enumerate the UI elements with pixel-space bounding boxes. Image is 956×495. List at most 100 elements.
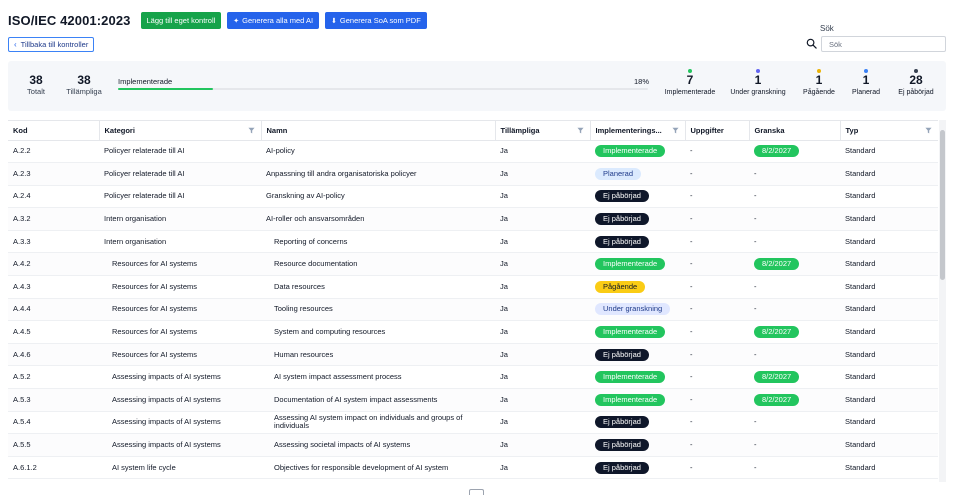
cell-status: Ej påbörjad bbox=[590, 433, 685, 457]
search-input[interactable] bbox=[821, 36, 946, 52]
status-badge[interactable]: Planerad bbox=[595, 167, 642, 180]
table-row[interactable]: A.4.6 Resources for AI systems Human resou… bbox=[8, 343, 938, 367]
status-badge[interactable]: Ej påbörjad bbox=[595, 213, 649, 226]
cell-kategori: AI system life cycle bbox=[99, 456, 261, 480]
cell-namn: Objectives for responsible development o… bbox=[261, 456, 495, 480]
cell-kategori: Assessing impacts of AI systems bbox=[99, 433, 261, 457]
cell-kategori: Resources for AI systems bbox=[99, 275, 261, 299]
column-header-kategori[interactable]: Kategori bbox=[99, 121, 262, 141]
cell-granska: 8/2/2027 bbox=[749, 365, 840, 390]
cell-typ: Standard bbox=[840, 433, 938, 457]
table-row[interactable]: A.6.1.2 AI system life cycle Objectives fo… bbox=[8, 456, 938, 480]
cell-typ: Standard bbox=[840, 365, 938, 390]
table-row[interactable]: A.3.3 Intern organisation Reporting of con… bbox=[8, 230, 938, 254]
column-header-uppgifter[interactable]: Uppgifter bbox=[685, 121, 750, 141]
cell-granska: - bbox=[749, 275, 840, 299]
stat-implemented-label: Implementerade bbox=[664, 89, 716, 96]
column-header-status-label: Implementerings... bbox=[595, 125, 662, 135]
cell-namn: Granskning av AI-policy bbox=[261, 185, 495, 209]
status-badge[interactable]: Implementerade bbox=[595, 371, 666, 384]
status-badge[interactable]: Implementerade bbox=[595, 393, 666, 406]
table-row[interactable]: A.2.4 Policyer relaterade till AI Granskni… bbox=[8, 185, 938, 209]
status-badge[interactable]: Ej påbörjad bbox=[595, 348, 649, 361]
status-badge[interactable]: Under granskning bbox=[595, 303, 671, 316]
filter-icon[interactable] bbox=[671, 127, 679, 134]
review-date-empty: - bbox=[754, 214, 757, 224]
status-badge[interactable]: Ej påbörjad bbox=[595, 416, 649, 429]
column-header-status[interactable]: Implementerings... bbox=[590, 121, 686, 141]
cell-status: Implementerade bbox=[590, 388, 685, 412]
cell-kod: A.5.2 bbox=[8, 365, 99, 390]
filter-icon[interactable] bbox=[924, 127, 932, 134]
cell-granska: - bbox=[749, 456, 840, 480]
stat-applicable: 38 Tillämpliga bbox=[64, 73, 104, 97]
generate-soa-pdf-button[interactable]: ⬇ Generera SoA som PDF bbox=[325, 12, 427, 29]
cell-uppgifter: - bbox=[685, 185, 749, 209]
table-body: A.2.2 Policyer relaterade till AI AI-polic… bbox=[8, 140, 938, 480]
cell-namn: AI system impact assessment process bbox=[261, 365, 495, 390]
cell-granska: - bbox=[749, 343, 840, 367]
table-row[interactable]: A.4.2 Resources for AI systems Resource do… bbox=[8, 252, 938, 277]
cell-status: Ej påbörjad bbox=[590, 230, 685, 254]
search-icon[interactable] bbox=[806, 38, 817, 49]
column-header-kod[interactable]: Kod bbox=[8, 121, 100, 141]
table-scrollbar[interactable] bbox=[939, 120, 946, 482]
column-header-namn[interactable]: Namn bbox=[261, 121, 496, 141]
cell-typ: Standard bbox=[840, 140, 938, 164]
status-badge[interactable]: Implementerade bbox=[595, 145, 666, 158]
filter-icon[interactable] bbox=[247, 127, 255, 134]
cell-granska: - bbox=[749, 411, 840, 435]
back-to-controls-button[interactable]: ‹ Tillbaka till kontroller bbox=[8, 37, 95, 52]
cell-kategori: Policyer relaterade till AI bbox=[99, 140, 261, 164]
review-date-empty: - bbox=[754, 304, 757, 314]
review-date-badge: 8/2/2027 bbox=[754, 145, 800, 158]
scrollbar-thumb[interactable] bbox=[940, 130, 945, 280]
status-badge[interactable]: Ej påbörjad bbox=[595, 190, 649, 203]
table-row[interactable]: A.5.3 Assessing impacts of AI systems Docu… bbox=[8, 388, 938, 412]
cell-kod: A.3.2 bbox=[8, 207, 99, 231]
table-row[interactable]: A.3.2 Intern organisation AI-roller och an… bbox=[8, 207, 938, 231]
table-row[interactable]: A.4.5 Resources for AI systems System and … bbox=[8, 320, 938, 344]
status-badge[interactable]: Implementerade bbox=[595, 258, 666, 271]
cell-namn: AI-policy bbox=[261, 140, 495, 164]
cell-uppgifter: - bbox=[685, 320, 749, 344]
cell-granska: - bbox=[749, 230, 840, 254]
filter-icon[interactable] bbox=[576, 127, 584, 134]
column-header-tillampliga[interactable]: Tillämpliga bbox=[495, 121, 591, 141]
table-row[interactable]: A.5.4 Assessing impacts of AI systems Asse… bbox=[8, 411, 938, 435]
stat-applicable-value: 38 bbox=[77, 73, 91, 87]
status-badge[interactable]: Ej påbörjad bbox=[595, 461, 649, 474]
cell-status: Under granskning bbox=[590, 298, 685, 322]
status-badge[interactable]: Implementerade bbox=[595, 326, 666, 339]
generate-all-ai-button[interactable]: ✦ Generera alla med AI bbox=[227, 12, 320, 29]
cell-kategori: Assessing impacts of AI systems bbox=[99, 411, 261, 435]
cell-kod: A.4.3 bbox=[8, 275, 99, 299]
column-header-kategori-label: Kategori bbox=[104, 125, 135, 135]
status-badge[interactable]: Ej påbörjad bbox=[595, 439, 649, 452]
table-row[interactable]: A.2.2 Policyer relaterade till AI AI-polic… bbox=[8, 140, 938, 164]
table-row[interactable]: A.4.3 Resources for AI systems Data resour… bbox=[8, 275, 938, 299]
cell-kod: A.4.2 bbox=[8, 252, 99, 277]
table-row[interactable]: A.2.3 Policyer relaterade till AI Anpassni… bbox=[8, 162, 938, 186]
cell-uppgifter: - bbox=[685, 252, 749, 277]
cell-kategori: Assessing impacts of AI systems bbox=[99, 365, 261, 390]
cell-namn: Data resources bbox=[261, 275, 495, 299]
cell-tillampliga: Ja bbox=[495, 433, 590, 457]
table-row[interactable]: A.4.4 Resources for AI systems Tooling res… bbox=[8, 298, 938, 322]
cell-tillampliga: Ja bbox=[495, 140, 590, 164]
add-control-button[interactable]: Lägg till eget kontroll bbox=[140, 12, 222, 29]
status-badge[interactable]: Ej påbörjad bbox=[595, 235, 649, 248]
column-header-granska[interactable]: Granska bbox=[749, 121, 841, 141]
cell-status: Implementerade bbox=[590, 320, 685, 344]
table-row[interactable]: A.5.2 Assessing impacts of AI systems AI s… bbox=[8, 365, 938, 390]
cell-kod: A.2.2 bbox=[8, 140, 99, 164]
pagination-control[interactable] bbox=[469, 489, 484, 495]
cell-status: Ej påbörjad bbox=[590, 456, 685, 480]
table-row[interactable]: A.5.5 Assessing impacts of AI systems Asse… bbox=[8, 433, 938, 457]
cell-status: Implementerade bbox=[590, 365, 685, 390]
status-badge[interactable]: Pågående bbox=[595, 280, 646, 293]
cell-kategori: Resources for AI systems bbox=[99, 298, 261, 322]
column-header-typ[interactable]: Typ bbox=[840, 121, 938, 141]
cell-tillampliga: Ja bbox=[495, 365, 590, 390]
cell-granska: 8/2/2027 bbox=[749, 388, 840, 412]
